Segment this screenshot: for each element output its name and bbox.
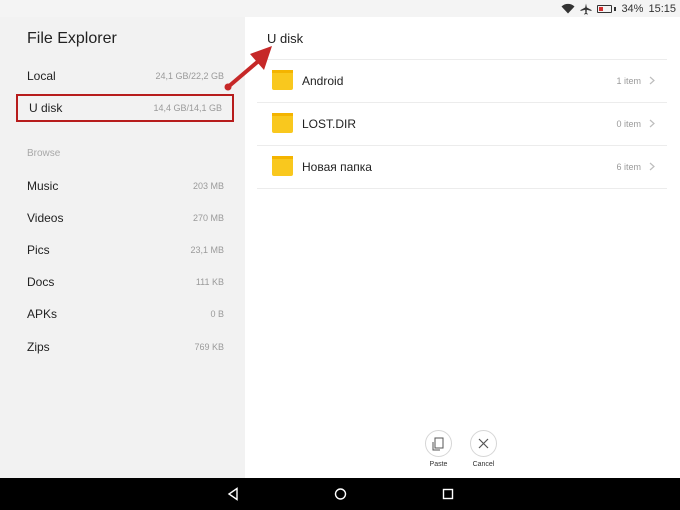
close-icon bbox=[478, 438, 489, 449]
storage-size: 24,1 GB/22,2 GB bbox=[155, 71, 224, 81]
sidebar-item-docs[interactable]: Docs 111 KB bbox=[16, 268, 234, 296]
battery-icon bbox=[597, 4, 613, 13]
chevron-right-icon bbox=[649, 76, 655, 85]
home-icon[interactable] bbox=[334, 487, 347, 501]
status-icons: 34% 15:15 bbox=[561, 1, 676, 16]
cancel-button-circle[interactable] bbox=[470, 430, 497, 457]
sidebar-item-videos[interactable]: Videos 270 MB bbox=[16, 204, 234, 232]
sidebar-item-local[interactable]: Local 24,1 GB/22,2 GB bbox=[16, 62, 234, 90]
clock: 15:15 bbox=[648, 2, 676, 15]
browse-section-label: Browse bbox=[27, 148, 61, 159]
category-size: 769 KB bbox=[194, 342, 224, 352]
sidebar-item-u-disk[interactable]: U disk 14,4 GB/14,1 GB bbox=[16, 94, 234, 122]
cancel-label: Cancel bbox=[472, 461, 495, 468]
status-bar: 34% 15:15 bbox=[0, 0, 680, 17]
folder-icon bbox=[272, 113, 293, 133]
paste-label: Paste bbox=[429, 461, 448, 468]
airplane-mode-icon bbox=[580, 3, 592, 14]
back-icon[interactable] bbox=[227, 487, 239, 501]
cancel-button[interactable]: Cancel bbox=[470, 430, 497, 468]
navigation-bar bbox=[0, 478, 680, 510]
paste-button-circle[interactable] bbox=[425, 430, 452, 457]
sidebar-item-zips[interactable]: Zips 769 KB bbox=[16, 333, 234, 361]
category-size: 23,1 MB bbox=[190, 245, 224, 255]
folder-name: Новая папка bbox=[302, 160, 372, 174]
sidebar-item-pics[interactable]: Pics 23,1 MB bbox=[16, 236, 234, 264]
sidebar-item-label: Music bbox=[27, 179, 59, 193]
folder-name: Android bbox=[302, 74, 344, 88]
item-count: 1 item bbox=[616, 76, 641, 86]
main-panel: U disk Android 1 item LOST.DIR 0 item Но… bbox=[245, 17, 680, 478]
list-item-new-folder[interactable]: Новая папка 6 item bbox=[257, 146, 667, 189]
chevron-right-icon bbox=[649, 119, 655, 128]
item-count: 6 item bbox=[616, 162, 641, 172]
sidebar-item-label: U disk bbox=[29, 101, 63, 115]
sidebar: File Explorer Local 24,1 GB/22,2 GB U di… bbox=[0, 17, 245, 478]
chevron-right-icon bbox=[649, 162, 655, 171]
sidebar-item-label: Docs bbox=[27, 275, 55, 289]
sidebar-item-label: Local bbox=[27, 69, 56, 83]
category-size: 270 MB bbox=[192, 213, 224, 223]
paste-icon bbox=[432, 437, 444, 450]
sidebar-item-apks[interactable]: APKs 0 B bbox=[16, 300, 234, 328]
battery-tip bbox=[614, 6, 617, 11]
sidebar-item-music[interactable]: Music 203 MB bbox=[16, 172, 234, 200]
sidebar-item-label: Videos bbox=[27, 211, 64, 225]
item-count: 0 item bbox=[616, 119, 641, 129]
battery-level bbox=[599, 6, 604, 11]
action-bar: Paste Cancel bbox=[425, 430, 497, 468]
folder-name: LOST.DIR bbox=[302, 117, 357, 131]
category-size: 203 MB bbox=[192, 181, 224, 191]
sidebar-item-label: APKs bbox=[27, 307, 58, 321]
list-item-lost-dir[interactable]: LOST.DIR 0 item bbox=[257, 103, 667, 146]
file-list: Android 1 item LOST.DIR 0 item Новая пап… bbox=[257, 59, 667, 189]
wifi-icon bbox=[561, 3, 575, 14]
app-title: File Explorer bbox=[27, 30, 117, 47]
list-item-android[interactable]: Android 1 item bbox=[257, 60, 667, 103]
annotation-arrow bbox=[224, 46, 272, 91]
recent-apps-icon[interactable] bbox=[442, 487, 454, 501]
battery-indicator bbox=[597, 4, 617, 13]
folder-icon bbox=[272, 156, 293, 176]
paste-button[interactable]: Paste bbox=[425, 430, 452, 468]
category-size: 111 KB bbox=[195, 277, 224, 287]
sidebar-item-label: Pics bbox=[27, 243, 50, 257]
sidebar-item-label: Zips bbox=[27, 340, 50, 354]
storage-size: 14,4 GB/14,1 GB bbox=[153, 103, 222, 113]
battery-percent: 34% bbox=[621, 2, 644, 15]
category-size: 0 B bbox=[210, 309, 224, 319]
